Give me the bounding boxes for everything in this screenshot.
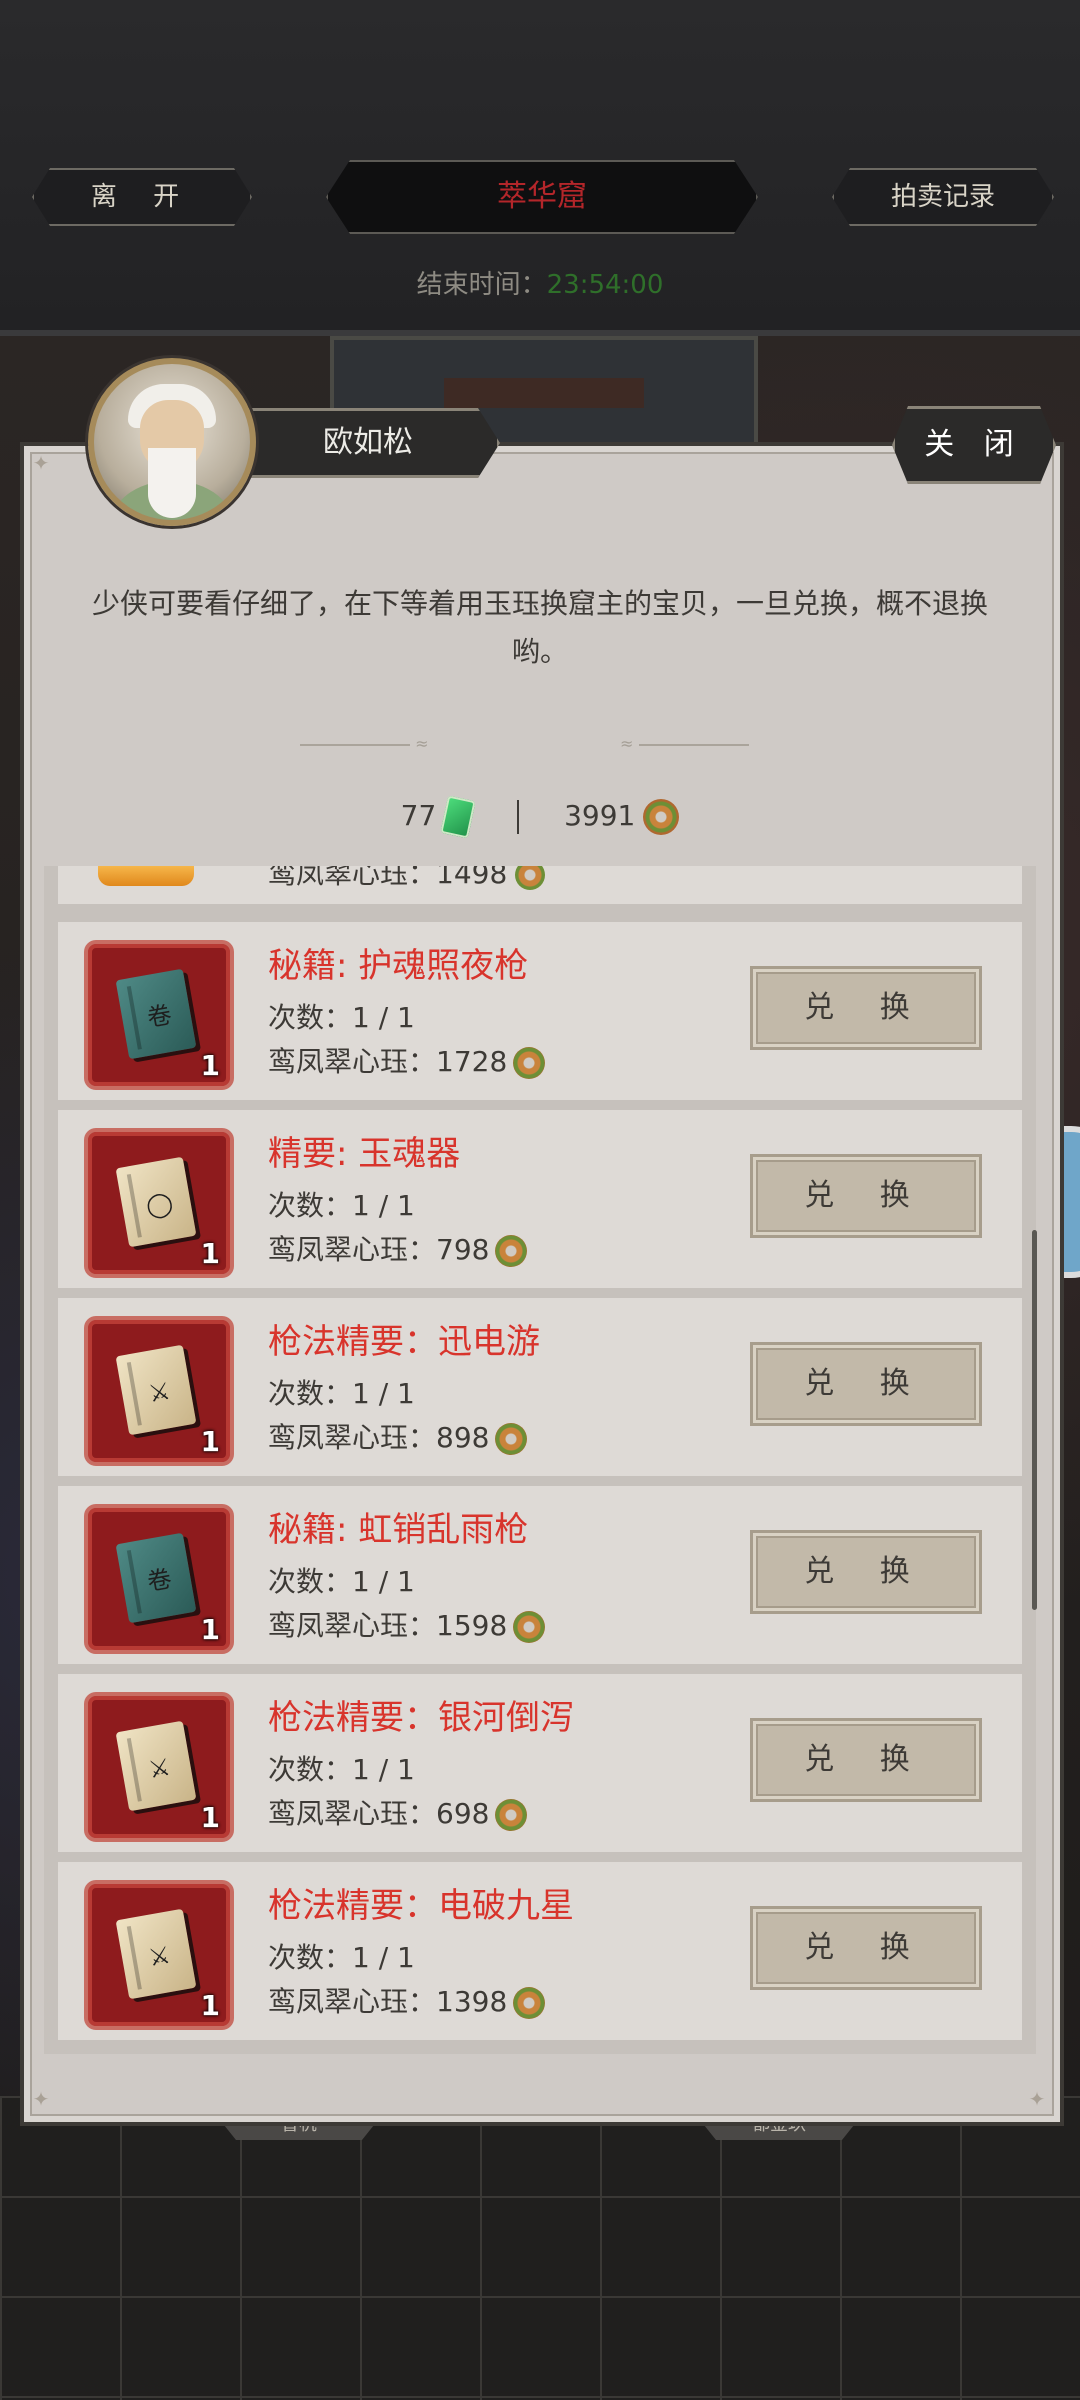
npc-name-plate: 欧如松	[236, 408, 500, 478]
list-item: 卷 1 秘籍: 虹销乱雨枪 次数：1 / 1 鸾凤翠心珏：1598 兑 换	[58, 1486, 1022, 1664]
book-icon: ◯	[115, 1156, 197, 1248]
jade-amount: 77	[400, 799, 437, 832]
floor-grid	[0, 2096, 1080, 2400]
corner-ornament: ✦	[32, 451, 50, 475]
item-count: 次数：1 / 1	[268, 1941, 415, 1974]
list-item: ⚔ 1 枪法精要：银河倒泻 次数：1 / 1 鸾凤翠心珏：698 兑 换	[58, 1674, 1022, 1852]
coin-icon	[643, 799, 680, 835]
item-price-partial: 鸾凤翠心珏：1498	[268, 866, 546, 892]
currency-separator	[517, 800, 520, 834]
coin-icon	[513, 1047, 546, 1079]
item-price: 鸾凤翠心珏：1398	[268, 1982, 546, 2022]
currency-row: 77 3991	[0, 792, 1080, 840]
exchange-button[interactable]: 兑 换	[750, 1530, 982, 1614]
top-bar: 离 开 萃华窟 拍卖记录 结束时间：23:54:00	[0, 0, 1080, 336]
coin-icon	[495, 1235, 528, 1267]
item-icon[interactable]: 卷 1	[84, 1504, 234, 1654]
list-item: ◯ 1 精要: 玉魂器 次数：1 / 1 鸾凤翠心珏：798 兑 换	[58, 1110, 1022, 1288]
item-name: 枪法精要：迅电游	[268, 1322, 540, 1362]
exchange-button[interactable]: 兑 换	[750, 1906, 982, 1990]
item-quantity: 1	[200, 1613, 220, 1646]
coin-icon	[513, 1987, 546, 2019]
item-name: 秘籍: 护魂照夜枪	[268, 946, 529, 986]
item-quantity: 1	[200, 1989, 220, 2022]
close-button[interactable]: 关 闭	[892, 406, 1056, 484]
book-icon: 卷	[115, 968, 197, 1060]
list-item: ⚔ 1 枪法精要：迅电游 次数：1 / 1 鸾凤翠心珏：898 兑 换	[58, 1298, 1022, 1476]
coin-amount: 3991	[564, 799, 636, 832]
end-time: 结束时间：23:54:00	[0, 264, 1080, 301]
item-price-label: 鸾凤翠心珏：1728	[268, 1045, 508, 1078]
coin-icon	[495, 1799, 528, 1831]
list-item: ⚔ 1 枪法精要：电破九星 次数：1 / 1 鸾凤翠心珏：1398 兑 换	[58, 1862, 1022, 2040]
leave-button[interactable]: 离 开	[32, 168, 252, 226]
auction-record-button[interactable]: 拍卖记录	[832, 168, 1054, 226]
item-quantity: 1	[200, 1801, 220, 1834]
item-icon-partial	[98, 866, 194, 886]
exchange-button[interactable]: 兑 换	[750, 966, 982, 1050]
book-mark: ⚔	[146, 1752, 173, 1785]
book-mark: 卷	[145, 1564, 174, 1597]
item-icon[interactable]: ◯ 1	[84, 1128, 234, 1278]
item-quantity: 1	[200, 1425, 220, 1458]
item-name: 枪法精要：银河倒泻	[268, 1698, 574, 1738]
item-quantity: 1	[200, 1049, 220, 1082]
divider-ornament-right: ≈	[620, 734, 749, 753]
npc-speech: 少侠可要看仔细了，在下等着用玉珏换窟主的宝贝，一旦兑换，概不退换哟。	[91, 587, 988, 668]
coin-icon	[495, 1423, 528, 1455]
location-title: 萃华窟	[326, 160, 758, 234]
exchange-button[interactable]: 兑 换	[750, 1718, 982, 1802]
item-price: 鸾凤翠心珏：1598	[268, 1606, 546, 1646]
item-name: 秘籍: 虹销乱雨枪	[268, 1510, 529, 1550]
book-mark: ⚔	[146, 1940, 173, 1973]
item-count: 次数：1 / 1	[268, 1377, 415, 1410]
item-quantity: 1	[200, 1237, 220, 1270]
item-icon[interactable]: ⚔ 1	[84, 1692, 234, 1842]
item-name: 枪法精要：电破九星	[268, 1886, 574, 1926]
list-item-partial: 鸾凤翠心珏：1498	[58, 866, 1022, 904]
item-price: 鸾凤翠心珏：798	[268, 1230, 528, 1270]
item-count: 次数：1 / 1	[268, 1001, 415, 1034]
divider-ornament-left: ≈	[300, 734, 429, 753]
book-mark: ⚔	[146, 1376, 173, 1409]
book-icon: ⚔	[115, 1344, 197, 1436]
npc-avatar	[88, 358, 256, 526]
item-price-label: 鸾凤翠心珏：798	[268, 1233, 490, 1266]
book-icon: 卷	[115, 1532, 197, 1624]
corner-ornament: ✦	[1028, 2087, 1046, 2111]
item-count: 次数：1 / 1	[268, 1565, 415, 1598]
book-icon: ⚔	[115, 1720, 197, 1812]
item-price-label: 鸾凤翠心珏：1398	[268, 1985, 508, 2018]
item-icon[interactable]: 卷 1	[84, 940, 234, 1090]
item-icon[interactable]: ⚔ 1	[84, 1316, 234, 1466]
list-item: 卷 1 秘籍: 护魂照夜枪 次数：1 / 1 鸾凤翠心珏：1728 兑 换	[58, 922, 1022, 1100]
item-price-label: 鸾凤翠心珏：1598	[268, 1609, 508, 1642]
item-icon[interactable]: ⚔ 1	[84, 1880, 234, 2030]
end-time-label: 结束时间：	[416, 270, 547, 300]
item-price-label: 鸾凤翠心珏：898	[268, 1421, 490, 1454]
list-scrollbar[interactable]	[1032, 1230, 1037, 1610]
item-price-label: 鸾凤翠心珏：698	[268, 1797, 490, 1830]
item-name: 精要: 玉魂器	[268, 1134, 461, 1174]
coin-icon	[513, 1611, 546, 1643]
jade-icon	[440, 795, 476, 839]
book-mark: 卷	[145, 1000, 174, 1033]
item-price: 鸾凤翠心珏：698	[268, 1794, 528, 1834]
exchange-button[interactable]: 兑 换	[750, 1154, 982, 1238]
book-mark: ◯	[143, 1188, 176, 1221]
book-icon: ⚔	[115, 1908, 197, 2000]
exchange-list[interactable]: 鸾凤翠心珏：1498 卷 1 秘籍: 护魂照夜枪 次数：1 / 1 鸾凤翠心珏：…	[44, 866, 1036, 2054]
corner-ornament: ✦	[32, 2087, 50, 2111]
item-count: 次数：1 / 1	[268, 1753, 415, 1786]
item-price: 鸾凤翠心珏：898	[268, 1418, 528, 1458]
item-price: 鸾凤翠心珏：1728	[268, 1042, 546, 1082]
exchange-button[interactable]: 兑 换	[750, 1342, 982, 1426]
item-count: 次数：1 / 1	[268, 1189, 415, 1222]
end-time-value: 23:54:00	[546, 270, 664, 300]
